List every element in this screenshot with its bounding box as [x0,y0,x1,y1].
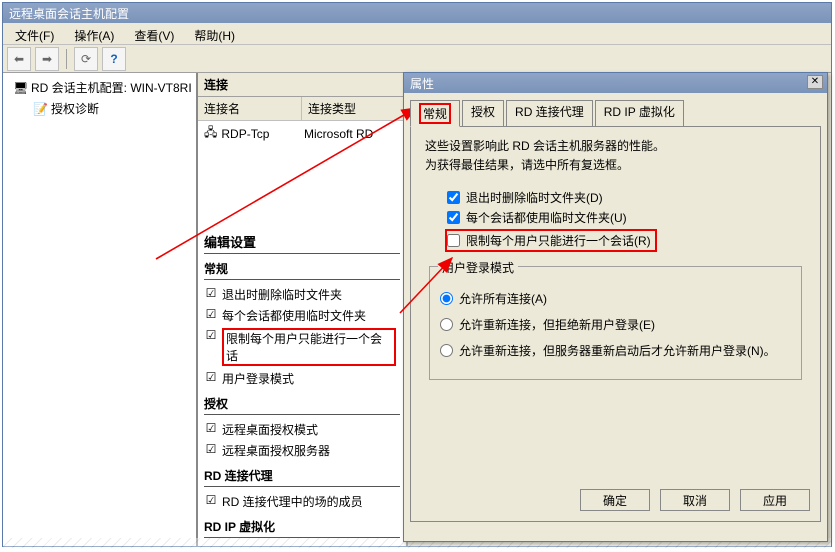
chk-limit-session-input[interactable] [447,234,460,247]
tree-root[interactable]: 🖥 RD 会话主机配置: WIN-VT8RI [7,77,192,98]
conn-name: RDP-Tcp [221,127,269,141]
forward-icon[interactable]: ➡ [35,47,59,71]
server-icon: 🖥 [13,81,27,95]
tab-virt[interactable]: RD IP 虚拟化 [595,100,684,127]
tree-root-label: RD 会话主机配置: WIN-VT8RI [31,79,192,96]
tab-page-general: 这些设置影响此 RD 会话主机服务器的性能。 为获得最佳结果，请选中所有复选框。… [410,126,821,522]
radio-reconnect-restart[interactable]: 允许重新连接，但服务器重新启动后才允许新用户登录(N)。 [440,342,791,360]
menu-view[interactable]: 查看(V) [126,25,182,42]
checksheet-icon: ☑ [204,328,218,342]
tree-child-label: 授权诊断 [51,100,99,117]
nav-tree: 🖥 RD 会话主机配置: WIN-VT8RI 📝 授权诊断 [3,73,198,546]
sec-virt: RD IP 虚拟化 [204,518,400,538]
back-icon[interactable]: ⬅ [7,47,31,71]
highlight-chk-limit: 限制每个用户只能进行一个会话(R) [445,229,657,252]
menu-file[interactable]: 文件(F) [7,25,62,42]
edit-settings: 编辑设置 常规 ☑ 退出时删除临时文件夹 ☑ 每个会话都使用临时文件夹 ☑ 限制每个用… [198,146,406,546]
group-login-mode: 用户登录模式 允许所有连接(A) 允许重新连接，但拒绝新用户登录(E) 允许重新… [429,266,802,380]
row-auth-server[interactable]: ☑ 远程桌面授权服务器 [204,440,400,461]
radio-reconnect-deny[interactable]: 允许重新连接，但拒绝新用户登录(E) [440,316,791,333]
sec-proxy: RD 连接代理 [204,467,400,487]
radio-reconnect-restart-input[interactable] [440,344,453,357]
chk-label: 每个会话都使用临时文件夹(U) [466,209,627,226]
row-label: 退出时删除临时文件夹 [222,288,342,302]
highlight-limit-session: 限制每个用户只能进行一个会话 [222,328,396,366]
tab-proxy[interactable]: RD 连接代理 [506,100,593,127]
license-icon: 📝 [33,102,47,116]
dialog-title: 属性 ✕ [404,73,827,93]
checksheet-icon: ☑ [204,286,218,300]
row-label: 远程桌面授权模式 [222,423,318,437]
close-icon[interactable]: ✕ [807,75,823,89]
checksheet-icon: ☑ [204,421,218,435]
refresh-icon[interactable]: ⟳ [74,47,98,71]
radio-label: 允许重新连接，但拒绝新用户登录(E) [459,316,655,333]
checksheet-icon: ☑ [204,370,218,384]
chk-delete-temp[interactable]: 退出时删除临时文件夹(D) [447,189,806,206]
connection-row[interactable]: 🖧 RDP-Tcp Microsoft RD [198,121,406,146]
radio-allow-all-input[interactable] [440,292,453,305]
menubar: 文件(F) 操作(A) 查看(V) 帮助(H) [3,23,831,45]
checksheet-icon: ☑ [204,442,218,456]
col-type[interactable]: 连接类型 [302,97,406,120]
toolbar: ⬅ ➡ ⟳ ? [3,45,831,73]
properties-dialog: 属性 ✕ 常规 授权 RD 连接代理 RD IP 虚拟化 这些设置影响此 RD … [403,72,828,542]
desc-line1: 这些设置影响此 RD 会话主机服务器的性能。 [425,137,806,156]
help-icon[interactable]: ? [102,47,126,71]
connection-icon: 🖧 [204,123,217,144]
menu-help[interactable]: 帮助(H) [186,25,243,42]
chk-delete-temp-input[interactable] [447,191,460,204]
edit-settings-header: 编辑设置 [204,232,400,254]
radio-reconnect-deny-input[interactable] [440,318,453,331]
ok-button[interactable]: 确定 [580,489,650,511]
highlight-tab-general: 常规 [419,103,451,124]
checksheet-icon: ☑ [204,493,218,507]
desc-line2: 为获得最佳结果，请选中所有复选框。 [425,156,806,175]
tab-general[interactable]: 常规 [410,100,460,127]
window-title: 远程桌面会话主机配置 [3,3,831,23]
row-auth-mode[interactable]: ☑ 远程桌面授权模式 [204,419,400,440]
middle-pane: 连接 连接名 连接类型 🖧 RDP-Tcp Microsoft RD 编辑设置 常… [198,73,408,546]
chk-label: 退出时删除临时文件夹(D) [466,189,603,206]
dialog-description: 这些设置影响此 RD 会话主机服务器的性能。 为获得最佳结果，请选中所有复选框。 [425,137,806,175]
dialog-buttons: 确定 取消 应用 [580,489,810,511]
checksheet-icon: ☑ [204,307,218,321]
connections-header: 连接 [198,73,406,97]
row-label: 用户登录模式 [222,372,294,386]
chk-label: 限制每个用户只能进行一个会话(R) [466,232,651,249]
apply-button[interactable]: 应用 [740,489,810,511]
row-label: 远程桌面授权服务器 [222,444,330,458]
col-name[interactable]: 连接名 [198,97,302,120]
cancel-button[interactable]: 取消 [660,489,730,511]
row-temp-use[interactable]: ☑ 每个会话都使用临时文件夹 [204,305,400,326]
toolbar-separator [66,49,67,69]
sec-auth: 授权 [204,395,400,415]
radio-label: 允许重新连接，但服务器重新启动后才允许新用户登录(N)。 [459,342,776,360]
tab-auth[interactable]: 授权 [462,100,504,127]
sec-general: 常规 [204,260,400,280]
dialog-title-text: 属性 [410,77,434,91]
row-limit-session[interactable]: ☑ 限制每个用户只能进行一个会话 [204,326,400,368]
row-label: RD 连接代理中的场的成员 [222,495,363,509]
radio-allow-all[interactable]: 允许所有连接(A) [440,290,791,307]
row-temp-delete[interactable]: ☑ 退出时删除临时文件夹 [204,284,400,305]
dialog-tabs: 常规 授权 RD 连接代理 RD IP 虚拟化 [410,99,821,126]
menu-action[interactable]: 操作(A) [66,25,122,42]
row-proxy-members[interactable]: ☑ RD 连接代理中的场的成员 [204,491,400,512]
conn-type: Microsoft RD [304,127,400,141]
row-login-mode[interactable]: ☑ 用户登录模式 [204,368,400,389]
radio-label: 允许所有连接(A) [459,290,547,307]
row-label: 每个会话都使用临时文件夹 [222,309,366,323]
chk-use-temp-input[interactable] [447,211,460,224]
chk-use-temp[interactable]: 每个会话都使用临时文件夹(U) [447,209,806,226]
group-legend: 用户登录模式 [438,259,518,276]
connections-columns: 连接名 连接类型 [198,97,406,121]
tree-child-license[interactable]: 📝 授权诊断 [7,98,192,119]
